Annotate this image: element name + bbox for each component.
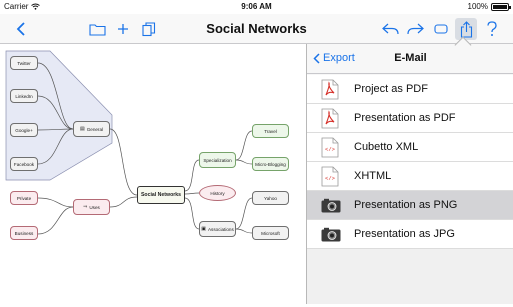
battery-icon (491, 2, 511, 11)
node-history[interactable]: History (199, 185, 236, 201)
export-option-label: Presentation as PNG (354, 199, 458, 211)
battery-indicator: 100% (467, 2, 511, 11)
popover-empty-area (307, 249, 513, 304)
node-business[interactable]: Business (10, 226, 38, 240)
status-time: 9:06 AM (241, 2, 272, 11)
node-facebook[interactable]: Facebook (10, 157, 38, 171)
node-yahoo[interactable]: Yahoo (252, 191, 289, 205)
battery-percent: 100% (467, 2, 488, 11)
camera-icon (321, 227, 341, 248)
note-icon: ▤ (79, 126, 85, 132)
toolbar: Social Networks (0, 14, 513, 44)
export-option-item[interactable]: </> Cubetto XML (307, 133, 513, 162)
node-uses[interactable]: ⇒ Uses (73, 199, 110, 215)
help-button[interactable] (481, 18, 503, 40)
pdf-icon (321, 79, 339, 100)
node-general-label: General (86, 126, 104, 132)
export-option-label: Cubetto XML (354, 141, 419, 153)
mindmap-canvas[interactable]: Twitter LinkedIn Google+ Facebook ▤ Gene… (0, 45, 305, 307)
link-icon: ⇒ (83, 204, 88, 210)
node-associations[interactable]: ▣ Associations (199, 221, 236, 237)
redo-button[interactable] (404, 18, 426, 40)
mindmap-connectors (5, 50, 253, 235)
export-option-label: Presentation as PDF (354, 112, 456, 124)
export-popover: Export E-Mail Project as PDF Presentation… (306, 44, 513, 304)
pdf-icon (321, 108, 339, 129)
undo-icon (381, 23, 399, 35)
svg-text:</>: </> (325, 146, 335, 153)
node-shape-button[interactable] (430, 18, 452, 40)
svg-text:</>: </> (325, 175, 335, 182)
node-specialization[interactable]: Specialization (199, 152, 236, 168)
node-associations-label: Associations (207, 226, 234, 232)
node-twitter[interactable]: Twitter (10, 56, 38, 70)
export-option-item[interactable]: Presentation as PDF (307, 104, 513, 133)
undo-button[interactable] (379, 18, 401, 40)
popover-header: Export E-Mail (307, 44, 513, 74)
status-bar: Carrier 9:06 AM 100% (0, 0, 513, 14)
node-travel[interactable]: Travel (252, 124, 289, 138)
share-icon (460, 20, 472, 38)
popover-title: E-Mail (394, 52, 427, 64)
camera-icon (321, 198, 341, 219)
export-option-label: Project as PDF (354, 83, 428, 95)
node-linkedin[interactable]: LinkedIn (10, 89, 38, 103)
export-option-item[interactable]: Project as PDF (307, 75, 513, 104)
node-private[interactable]: Private (10, 191, 38, 205)
share-button[interactable] (455, 18, 477, 40)
node-microblogging[interactable]: Micro-Blogging (252, 157, 289, 171)
help-icon (487, 21, 497, 36)
attachment-icon: ▣ (201, 226, 206, 232)
xml-icon: </> (321, 166, 339, 187)
export-option-item[interactable]: Presentation as PNG (307, 191, 513, 220)
xml-icon: </> (321, 137, 339, 158)
export-option-item[interactable]: </> XHTML (307, 162, 513, 191)
node-root[interactable]: Social Networks (137, 186, 185, 204)
shape-icon (434, 24, 448, 34)
node-general[interactable]: ▤ General (73, 121, 110, 137)
node-googleplus[interactable]: Google+ (10, 123, 38, 137)
app-window: Carrier 9:06 AM 100% Social Networks Twi… (0, 0, 513, 307)
redo-icon (406, 23, 424, 35)
export-option-item[interactable]: Presentation as JPG (307, 220, 513, 249)
export-options-list: Project as PDF Presentation as PDF </> Cube… (307, 75, 513, 249)
export-option-label: Presentation as JPG (354, 228, 455, 240)
node-uses-label: Uses (89, 204, 100, 210)
node-microsoft[interactable]: Microsoft (252, 226, 289, 240)
export-option-label: XHTML (354, 170, 392, 182)
